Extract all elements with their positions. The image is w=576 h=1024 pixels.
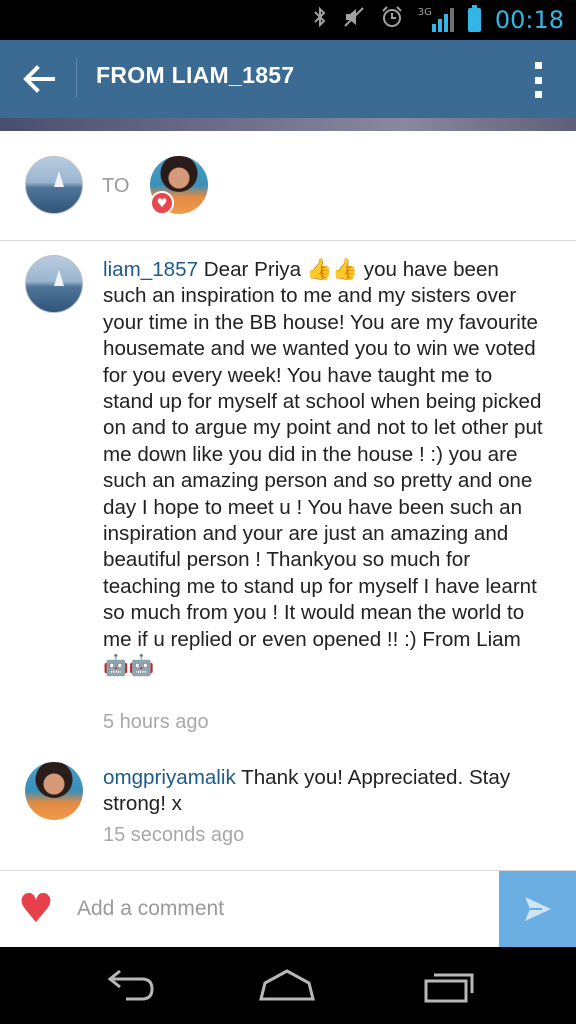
back-arrow-icon <box>23 65 55 93</box>
nav-recent-apps-icon <box>424 973 474 1003</box>
status-icons: 3G 00:18 <box>312 5 564 36</box>
status-bar: 3G 00:18 <box>0 0 576 40</box>
heart-badge-icon: ♥ <box>150 191 174 215</box>
recipients-row: TO ♥ <box>0 131 576 241</box>
action-bar: FROM LIAM_1857 <box>0 40 576 118</box>
comment-text: liam_1857 Dear Priya 👍👍 you have been su… <box>103 257 543 680</box>
back-button[interactable] <box>14 56 64 102</box>
overflow-dot <box>534 76 542 84</box>
network-type-label: 3G <box>417 6 432 18</box>
nav-home-button[interactable] <box>252 965 322 1009</box>
nav-home-icon <box>259 969 315 1001</box>
nav-back-icon <box>107 969 154 1001</box>
nav-back-button[interactable] <box>93 965 163 1009</box>
system-nav-bar <box>0 947 576 1024</box>
alarm-icon <box>380 5 404 36</box>
comment-item: liam_1857 Dear Priya 👍👍 you have been su… <box>0 241 576 741</box>
sender-avatar[interactable] <box>25 156 83 214</box>
to-label: TO <box>102 175 130 197</box>
overflow-dot <box>534 91 542 98</box>
send-button[interactable] <box>499 871 576 948</box>
comment-timestamp: 5 hours ago <box>103 711 209 733</box>
comment-item: omgpriyamalik Thank you! Appreciated. St… <box>0 750 576 860</box>
mute-icon <box>342 5 366 36</box>
comment-username[interactable]: omgpriyamalik <box>103 766 236 789</box>
photo-strip <box>0 118 576 131</box>
send-icon <box>524 897 551 921</box>
comment-timestamp: 15 seconds ago <box>103 824 245 846</box>
status-clock: 00:18 <box>494 6 564 34</box>
battery-icon <box>467 5 481 32</box>
comment-input[interactable] <box>66 885 486 933</box>
bluetooth-icon <box>312 5 328 36</box>
heart-icon[interactable]: ♥ <box>18 889 58 929</box>
overflow-menu-button[interactable] <box>520 60 556 100</box>
signal-icon <box>431 8 454 32</box>
comment-avatar[interactable] <box>25 762 83 820</box>
action-bar-divider <box>76 58 77 98</box>
comment-avatar[interactable] <box>25 255 83 313</box>
overflow-dot <box>534 62 542 69</box>
comment-text: omgpriyamalik Thank you! Appreciated. St… <box>103 765 543 818</box>
comment-bar: ♥ <box>0 870 576 948</box>
page-title: FROM LIAM_1857 <box>96 62 295 88</box>
comment-username[interactable]: liam_1857 <box>103 258 198 281</box>
comment-body: Dear Priya 👍👍 you have been such an insp… <box>103 258 543 678</box>
nav-recent-apps-button[interactable] <box>413 965 483 1009</box>
